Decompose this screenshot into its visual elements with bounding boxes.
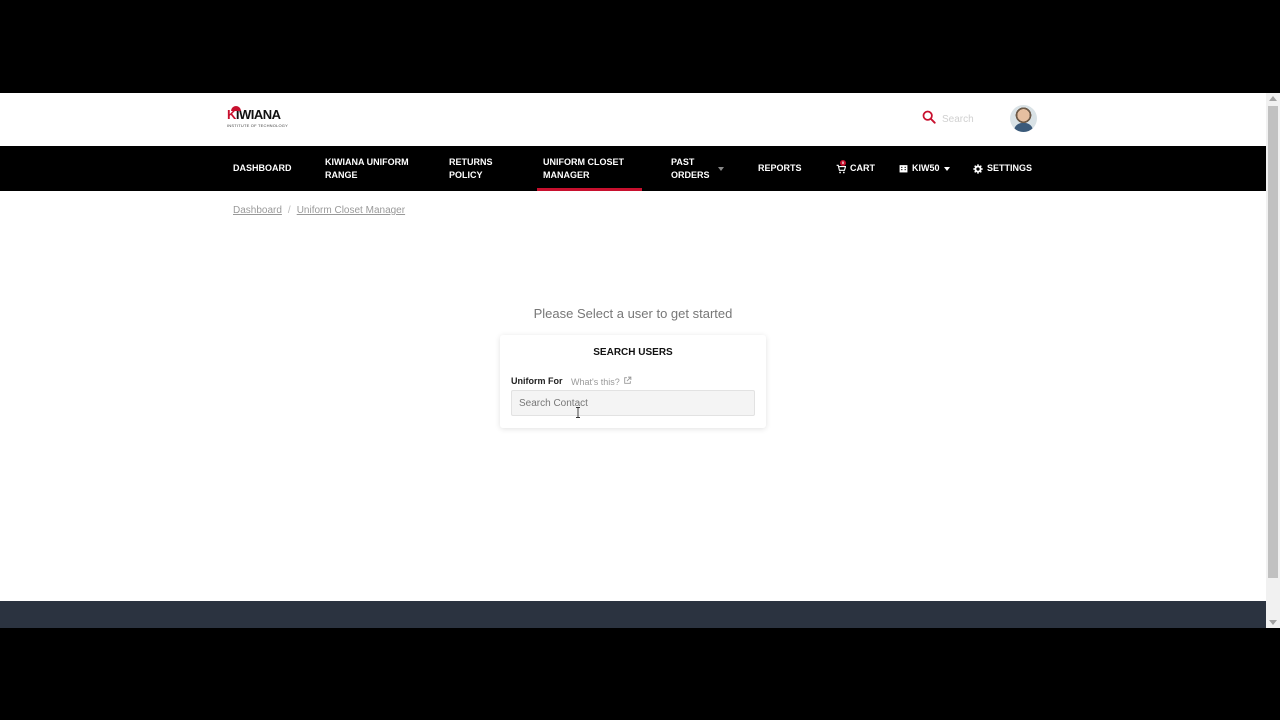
search-users-card: SEARCH USERS Uniform For What's this? xyxy=(500,335,766,428)
nav-dashboard[interactable]: DASHBOARD xyxy=(233,146,292,191)
page-footer xyxy=(0,601,1266,628)
text-cursor-icon xyxy=(576,405,580,418)
cart-icon: 0 xyxy=(836,159,846,174)
nav-account-kiw50[interactable]: KIW50 xyxy=(899,146,950,191)
card-title: SEARCH USERS xyxy=(593,347,673,358)
search-icon[interactable] xyxy=(922,110,936,129)
chevron-down-icon xyxy=(717,166,724,171)
breadcrumb-dashboard[interactable]: Dashboard xyxy=(233,205,282,216)
nav-label: UNIFORM CLOSET MANAGER xyxy=(543,156,624,180)
scroll-down-icon[interactable] xyxy=(1269,620,1277,625)
nav-label: KIWIANA UNIFORM RANGE xyxy=(325,156,409,180)
nav-returns-policy[interactable]: RETURNS POLICY xyxy=(449,146,493,191)
top-header: KIWIANA INSTITUTE OF TECHNOLOGY xyxy=(0,93,1266,146)
nav-label: DASHBOARD xyxy=(233,163,292,173)
nav-label: CART xyxy=(850,163,875,173)
chevron-down-icon xyxy=(943,166,950,171)
brand-logo[interactable]: KIWIANA INSTITUTE OF TECHNOLOGY xyxy=(227,106,288,132)
breadcrumb-separator: / xyxy=(287,205,291,216)
user-avatar[interactable] xyxy=(1010,105,1037,132)
page-scrollbar[interactable] xyxy=(1266,93,1280,628)
breadcrumb-uniform-closet-manager[interactable]: Uniform Closet Manager xyxy=(297,205,405,216)
scrollbar-thumb[interactable] xyxy=(1268,106,1278,578)
whats-this-text: What's this? xyxy=(571,376,620,387)
nav-settings[interactable]: SETTINGS xyxy=(973,146,1032,191)
nav-cart[interactable]: 0 CART xyxy=(836,146,875,191)
header-search-input[interactable] xyxy=(942,113,992,125)
avatar-shirt xyxy=(1014,123,1033,132)
nav-uniform-closet-manager[interactable]: UNIFORM CLOSET MANAGER xyxy=(537,146,642,191)
gear-icon xyxy=(973,163,983,174)
nav-reports[interactable]: REPORTS xyxy=(758,146,802,191)
nav-label: PAST ORDERS xyxy=(671,156,710,180)
main-nav: DASHBOARD KIWIANA UNIFORM RANGE RETURNS … xyxy=(0,146,1266,191)
nav-past-orders[interactable]: PAST ORDERS xyxy=(671,146,724,191)
page: KIWIANA INSTITUTE OF TECHNOLOGY DASHBOAR… xyxy=(0,93,1266,628)
page-prompt: Please Select a user to get started xyxy=(533,306,733,321)
logo-hat-icon xyxy=(231,106,241,111)
uniform-for-label: Uniform For xyxy=(511,376,563,386)
whats-this-link[interactable]: What's this? xyxy=(571,376,632,387)
scroll-up-icon[interactable] xyxy=(1269,96,1277,101)
browser-viewport: KIWIANA INSTITUTE OF TECHNOLOGY DASHBOAR… xyxy=(0,93,1280,628)
external-link-icon xyxy=(623,376,632,387)
breadcrumb: Dashboard / Uniform Closet Manager xyxy=(233,205,405,216)
nav-label: REPORTS xyxy=(758,163,802,173)
building-icon xyxy=(899,164,908,173)
search-contact-input[interactable] xyxy=(511,390,755,416)
cart-badge: 0 xyxy=(840,159,846,166)
nav-kiwiana-uniform-range[interactable]: KIWIANA UNIFORM RANGE xyxy=(325,146,409,191)
nav-label: SETTINGS xyxy=(987,163,1033,173)
nav-label: KIW50 xyxy=(912,163,940,173)
logo-tagline: INSTITUTE OF TECHNOLOGY xyxy=(227,123,288,128)
letterbox-bottom xyxy=(0,628,1280,720)
nav-label: RETURNS POLICY xyxy=(449,156,493,180)
header-search[interactable] xyxy=(922,110,992,129)
letterbox-top xyxy=(0,0,1280,93)
